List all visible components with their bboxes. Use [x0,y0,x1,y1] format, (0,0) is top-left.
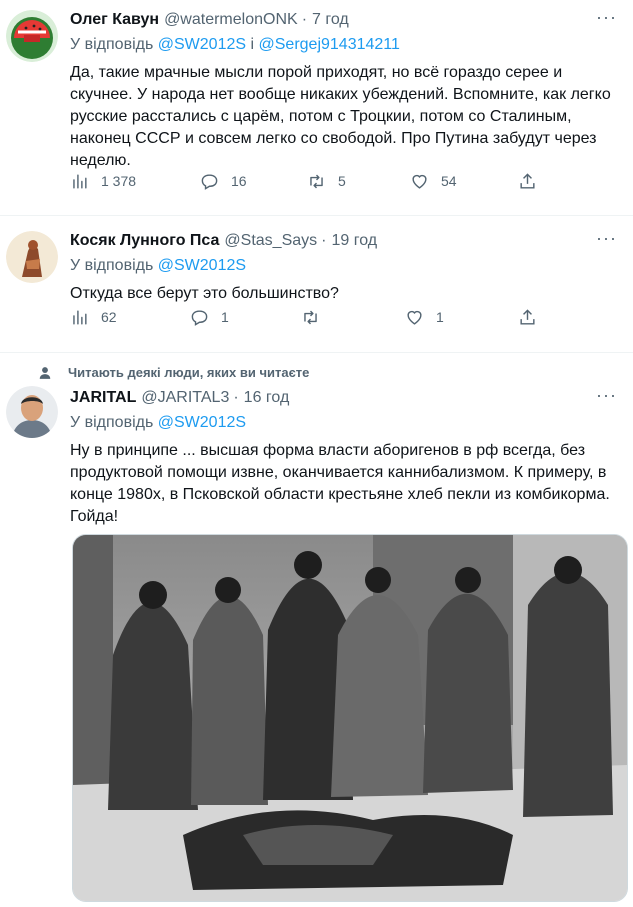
tweet-photo[interactable] [72,534,628,902]
share-icon [520,172,535,189]
avatar-watermelon[interactable] [6,10,58,62]
author-name[interactable]: JARITAL [70,388,136,408]
more-icon[interactable]: ··· [596,229,617,247]
avatar-jarital[interactable] [6,386,58,438]
tweet-1[interactable]: Олег Кавун @watermelonONK · 7 год ··· У … [0,0,633,216]
reply-icon [201,173,218,190]
author-handle[interactable]: @watermelonONK [164,10,298,30]
reply-button[interactable]: 1 [190,308,229,327]
separator-dot: · [233,389,239,406]
like-icon [407,310,422,325]
reply-and: і [250,36,255,53]
retweet-count: 5 [338,173,346,189]
tweet-text: Ну в принципе ... высшая форма власти аб… [70,442,610,525]
tweet-time[interactable]: 19 год [331,231,377,251]
share-button[interactable] [518,308,537,327]
views-icon [73,173,87,189]
views-icon [73,309,87,325]
retweet-icon [304,310,317,324]
social-context[interactable]: Читають деякі люди, яких ви читаєте [38,365,309,380]
views-count: 1 378 [101,173,137,189]
like-count: 1 [436,309,444,325]
tweet-text: Откуда все берут это большинство? [70,285,339,302]
reply-button[interactable]: 16 [200,172,247,191]
separator-dot: · [321,232,327,249]
mention-sergej[interactable]: @Sergej914314211 [259,36,400,53]
share-button[interactable] [518,172,537,191]
retweet-button[interactable] [301,308,320,327]
author-name[interactable]: Олег Кавун [70,10,159,30]
reply-context: У відповідь @SW2012S [70,256,619,276]
reply-context: У відповідь @SW2012S і @Sergej914314211 [70,35,619,55]
reply-count: 1 [221,309,229,325]
tweet-time[interactable]: 16 год [244,388,290,408]
tweet-2[interactable]: Косяк Лунного Пса @Stas_Says · 19 год ··… [0,216,633,353]
separator-dot: · [301,11,308,28]
person-icon [39,366,51,379]
historical-photo [73,535,627,901]
retweet-icon [310,174,323,188]
tweet-time[interactable]: 7 год [312,10,349,30]
views-count: 62 [101,309,117,325]
views-button[interactable]: 62 [70,308,117,327]
like-icon [412,174,427,189]
tweet-text: Да, такие мрачные мысли порой приходят, … [70,64,611,169]
more-icon[interactable]: ··· [596,386,617,404]
like-button[interactable]: 1 [405,308,444,327]
like-count: 54 [441,173,457,189]
reply-icon [191,309,208,326]
reply-prefix: У відповідь [70,257,154,274]
more-icon[interactable]: ··· [596,8,617,26]
author-name[interactable]: Косяк Лунного Пса [70,231,219,251]
mention-sw2012s[interactable]: @SW2012S [158,36,246,53]
share-icon [520,308,535,325]
reply-prefix: У відповідь [70,414,154,431]
reply-count: 16 [231,173,247,189]
mention-sw2012s[interactable]: @SW2012S [158,257,246,274]
reply-context: У відповідь @SW2012S [70,413,619,433]
author-handle[interactable]: @Stas_Says [224,231,317,251]
social-context-text: Читають деякі люди, яких ви читаєте [68,365,310,380]
views-button[interactable]: 1 378 [70,172,136,191]
retweet-button[interactable]: 5 [307,172,346,191]
author-handle[interactable]: @JARITAL3 [141,388,229,408]
avatar-stas[interactable] [6,231,58,283]
reply-prefix: У відповідь [70,36,154,53]
like-button[interactable]: 54 [410,172,457,191]
mention-sw2012s[interactable]: @SW2012S [158,414,246,431]
